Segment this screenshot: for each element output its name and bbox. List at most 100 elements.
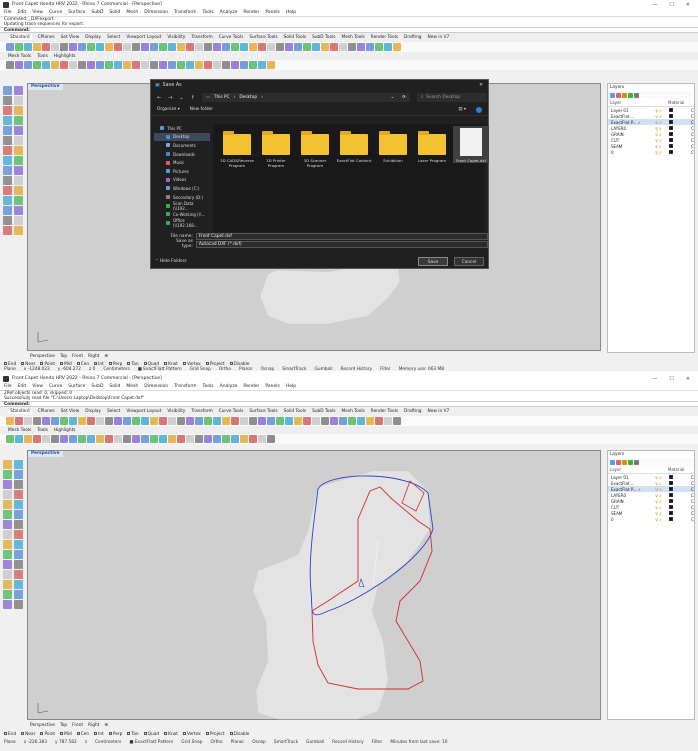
tool-icon[interactable] xyxy=(348,417,356,425)
lightbulb-lock-icon[interactable]: ♀ ∂ xyxy=(655,493,669,498)
toolbar-tab[interactable]: Solid Tools xyxy=(284,35,306,40)
menu-item-solid[interactable]: Solid xyxy=(109,384,120,389)
view-tab[interactable]: ⊕ xyxy=(104,354,108,359)
tool-icon[interactable] xyxy=(114,61,122,69)
status-item[interactable]: x -1248.023 xyxy=(24,367,50,371)
tool-icon[interactable] xyxy=(348,43,356,51)
tool-icon[interactable] xyxy=(14,570,23,579)
tool-icon[interactable] xyxy=(24,61,32,69)
tool-icon[interactable] xyxy=(51,435,59,443)
filter-icon[interactable] xyxy=(622,459,627,465)
osnap-toggle[interactable]: Int xyxy=(94,732,104,737)
tool-icon[interactable] xyxy=(33,61,41,69)
tool-icon[interactable] xyxy=(384,43,392,51)
perspective-viewport[interactable]: Perspective xyxy=(27,450,601,720)
tool-icon[interactable] xyxy=(33,417,41,425)
toolbar-tab[interactable]: Curve Tools xyxy=(219,409,244,414)
tool-icon[interactable] xyxy=(132,417,140,425)
tool-icon[interactable] xyxy=(150,43,158,51)
tool-icon[interactable] xyxy=(3,216,12,225)
status-item[interactable]: Record History xyxy=(332,740,364,745)
tool-icon[interactable] xyxy=(222,43,230,51)
layer-color-swatch[interactable] xyxy=(669,120,673,124)
tool-icon[interactable] xyxy=(231,43,239,51)
tool-icon[interactable] xyxy=(267,43,275,51)
menu-item-render[interactable]: Render xyxy=(243,10,259,15)
tool-icon[interactable] xyxy=(14,196,23,205)
tool-icon[interactable] xyxy=(3,510,12,519)
file-name-field[interactable]: Front Capet.dxf xyxy=(195,232,488,240)
tool-icon[interactable] xyxy=(195,43,203,51)
toolbar-tab[interactable]: CPlanes xyxy=(38,35,55,40)
menu-item-tools[interactable]: Tools xyxy=(203,10,214,15)
tool-icon[interactable] xyxy=(150,435,158,443)
toolbar-tab[interactable]: Curve Tools xyxy=(219,35,244,40)
status-item[interactable]: Planar xyxy=(239,367,253,371)
menu-item-analyze[interactable]: Analyze xyxy=(220,10,238,15)
toolbar-tab[interactable]: Visibility xyxy=(167,409,185,414)
tool-icon[interactable] xyxy=(96,435,104,443)
tool-icon[interactable] xyxy=(3,186,12,195)
tool-icon[interactable] xyxy=(123,43,131,51)
view-tab[interactable]: Top xyxy=(60,723,67,728)
tool-icon[interactable] xyxy=(14,86,23,95)
tool-icon[interactable] xyxy=(14,136,23,145)
tool-icon[interactable] xyxy=(14,186,23,195)
tool-icon[interactable] xyxy=(14,106,23,115)
osnap-toggle[interactable]: Vertex xyxy=(183,732,201,737)
status-item[interactable]: Record History xyxy=(341,367,373,371)
toolbar-tab[interactable]: Standard xyxy=(8,35,32,40)
delete-layer-icon[interactable] xyxy=(616,92,621,98)
tool-icon[interactable] xyxy=(123,61,131,69)
filter-icon[interactable] xyxy=(622,92,627,98)
tool-icon[interactable] xyxy=(14,206,23,215)
chevron-down-icon[interactable]: ⌄ xyxy=(391,95,395,100)
osnap-toggle[interactable]: Cen xyxy=(76,732,89,737)
menu-item-subd[interactable]: SubD xyxy=(91,10,103,15)
tool-icon[interactable] xyxy=(321,43,329,51)
osnap-toggle[interactable]: Quad xyxy=(143,732,159,737)
tool-icon[interactable] xyxy=(51,43,59,51)
lightbulb-lock-icon[interactable]: ♀ ∂ xyxy=(655,132,669,137)
tool-icon[interactable] xyxy=(14,156,23,165)
toolbar-tab[interactable]: Transform xyxy=(191,35,212,40)
osnap-toggle[interactable]: End xyxy=(4,732,16,737)
status-item[interactable]: Osnap xyxy=(261,367,275,371)
layer-color-swatch[interactable] xyxy=(669,511,673,515)
toolbar-tab[interactable]: Mesh Tools xyxy=(342,409,365,414)
folder-item[interactable]: 3D CAD&Reverse Program xyxy=(219,131,255,168)
tool-icon[interactable] xyxy=(14,490,23,499)
tool-icon[interactable] xyxy=(123,435,131,443)
tool-icon[interactable] xyxy=(195,435,203,443)
toolbar-tab[interactable]: Select xyxy=(107,35,120,40)
tool-icon[interactable] xyxy=(294,43,302,51)
menu-item-mesh[interactable]: Mesh xyxy=(126,10,138,15)
tool-icon[interactable] xyxy=(15,435,23,443)
tool-icon[interactable] xyxy=(14,500,23,509)
tool-icon[interactable] xyxy=(267,435,275,443)
move-down-icon[interactable] xyxy=(634,92,639,98)
tool-icon[interactable] xyxy=(14,580,23,589)
minimize-icon[interactable]: — xyxy=(652,2,657,8)
status-item[interactable]: Plane xyxy=(4,740,16,745)
tool-icon[interactable] xyxy=(51,61,59,69)
menu-item-transform[interactable]: Transform xyxy=(174,10,196,15)
tool-icon[interactable] xyxy=(123,417,131,425)
toolbar-tab[interactable]: Set View xyxy=(61,409,80,414)
menu-item-surface[interactable]: Surface xyxy=(68,10,85,15)
status-item[interactable]: Grid Snap xyxy=(181,740,202,745)
lightbulb-lock-icon[interactable]: ♀ ∂ xyxy=(655,487,669,492)
tool-icon[interactable] xyxy=(114,43,122,51)
help-icon[interactable] xyxy=(476,106,482,113)
tool-icon[interactable] xyxy=(3,570,12,579)
dialog-close-icon[interactable]: ✕ xyxy=(479,83,483,88)
view-tab[interactable]: ⊕ xyxy=(104,723,108,728)
menu-item-solid[interactable]: Solid xyxy=(109,10,120,15)
menu-item-help[interactable]: Help xyxy=(286,10,296,15)
tool-icon[interactable] xyxy=(14,550,23,559)
lightbulb-lock-icon[interactable]: ♀ ∂ xyxy=(655,511,669,516)
up-icon[interactable]: ↑ xyxy=(191,95,195,101)
layer-color-swatch[interactable] xyxy=(669,517,673,521)
hide-folders-toggle[interactable]: ⌃ Hide Folders xyxy=(155,259,187,264)
status-item[interactable]: Memory use: 663 MB xyxy=(399,367,444,371)
